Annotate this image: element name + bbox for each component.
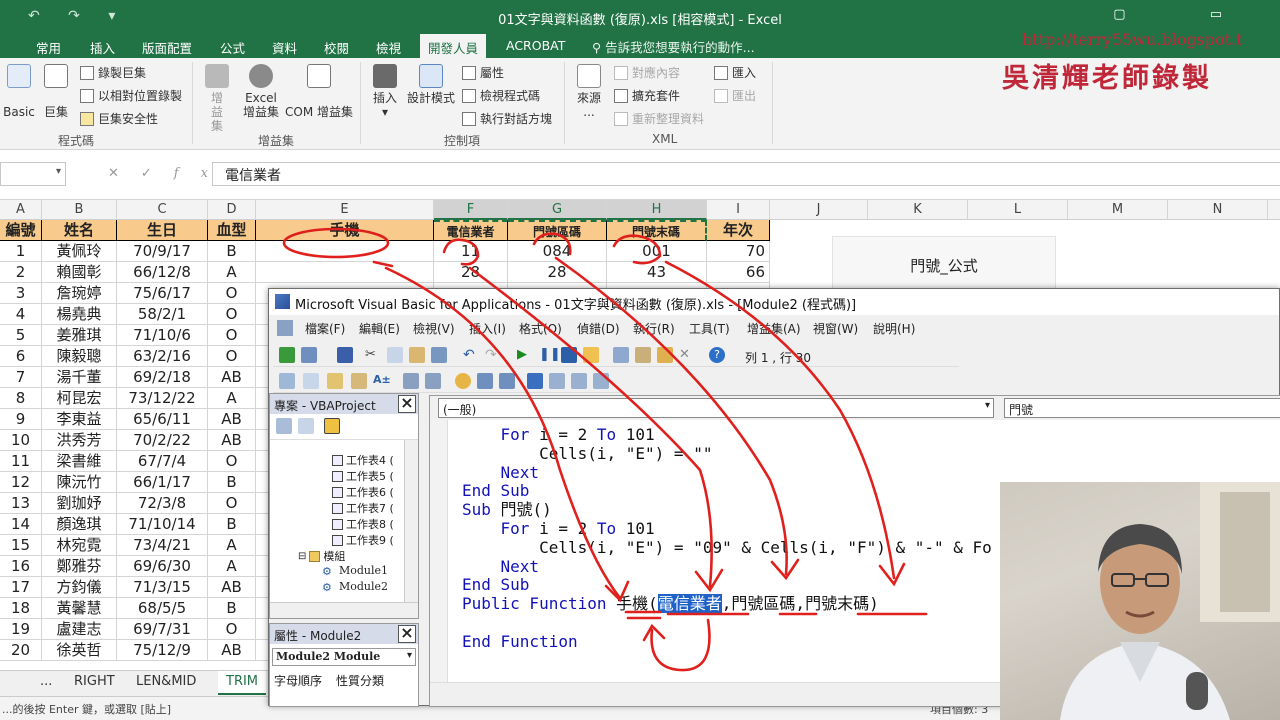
- annotation-circle-last: [612, 234, 662, 265]
- annotation-circle-area: [532, 232, 572, 256]
- annotation-arrow-4: [664, 260, 896, 580]
- annotation-arrow-2: [468, 266, 713, 588]
- annotation-arrow-3: [554, 256, 788, 576]
- annotation-arrow-1: [384, 266, 622, 600]
- annotation-circle-carrier: [442, 238, 480, 266]
- annotation-underline-fn: [624, 610, 662, 620]
- annotation-circle-mobile: [282, 227, 390, 259]
- annotation-layer: [282, 227, 928, 672]
- annotation-tick: [372, 260, 394, 268]
- annotation-loop: [650, 618, 711, 672]
